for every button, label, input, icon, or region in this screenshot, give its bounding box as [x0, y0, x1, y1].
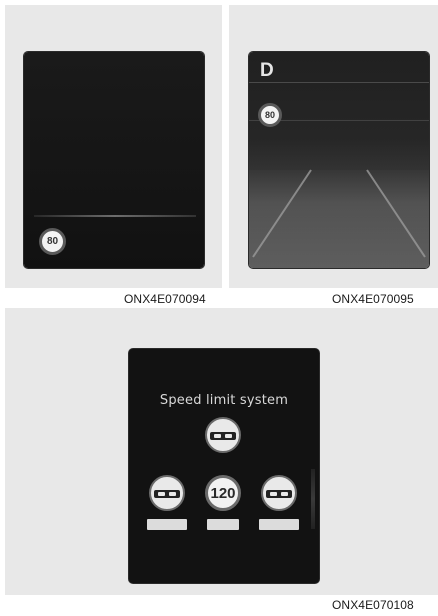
divider [249, 82, 429, 83]
speed-limit-sign-icon: 80 [258, 103, 282, 127]
cluster-display-2: D 80 [249, 52, 429, 268]
figure-caption-1: ONX4E070094 [124, 292, 206, 306]
figure-caption-2: ONX4E070095 [332, 292, 414, 306]
supplementary-plate [259, 519, 299, 530]
display-edge [311, 469, 315, 529]
cluster-display-1: 80 [24, 52, 204, 268]
figure-caption-3: ONX4E070108 [332, 598, 414, 612]
gear-indicator: D [260, 60, 274, 81]
road-perspective-graphic [249, 169, 429, 268]
no-overtaking-sign-icon [149, 475, 185, 511]
no-overtaking-sign-icon [205, 417, 241, 453]
speed-limit-sign-icon: 80 [39, 228, 66, 255]
horizon-line [34, 215, 196, 217]
cluster-display-3: Speed limit system 120 [129, 349, 319, 583]
speed-limit-sign-icon: 120 [205, 475, 241, 511]
display-title: Speed limit system [159, 393, 289, 408]
supplementary-plate [147, 519, 187, 530]
supplementary-plate [207, 519, 239, 530]
no-overtaking-sign-icon [261, 475, 297, 511]
